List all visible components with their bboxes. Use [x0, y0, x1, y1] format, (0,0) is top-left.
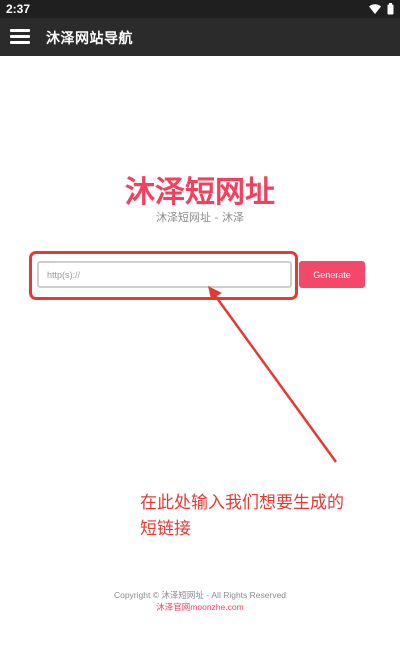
page-subtitle: 沐泽短网址 - 沐泽	[156, 211, 244, 224]
hamburger-menu-icon[interactable]	[10, 26, 32, 48]
annotation-line-2: 短链接	[140, 519, 191, 539]
url-input[interactable]	[37, 261, 292, 288]
footer-link[interactable]: 沐泽官网moonzhe.com	[0, 601, 400, 613]
annotation-line-1: 在此处输入我们想要生成的	[140, 493, 344, 513]
annotation-arrow	[208, 286, 338, 463]
battery-icon	[387, 3, 394, 15]
app-title: 沐泽网站导航	[46, 31, 133, 47]
wifi-icon	[369, 4, 381, 14]
footer-copyright: Copyright © 沐泽短网址 - All Rights Reserved	[113, 590, 287, 600]
status-bar: 2:37	[0, 0, 400, 18]
status-icons	[369, 3, 394, 15]
generate-button[interactable]: Generate	[299, 261, 365, 288]
app-bar: 沐泽网站导航	[0, 18, 400, 56]
annotation-text: 在此处输入我们想要生成的 短链接	[140, 490, 380, 542]
page-title: 沐泽短网址	[125, 175, 275, 210]
status-time: 2:37	[6, 2, 31, 16]
